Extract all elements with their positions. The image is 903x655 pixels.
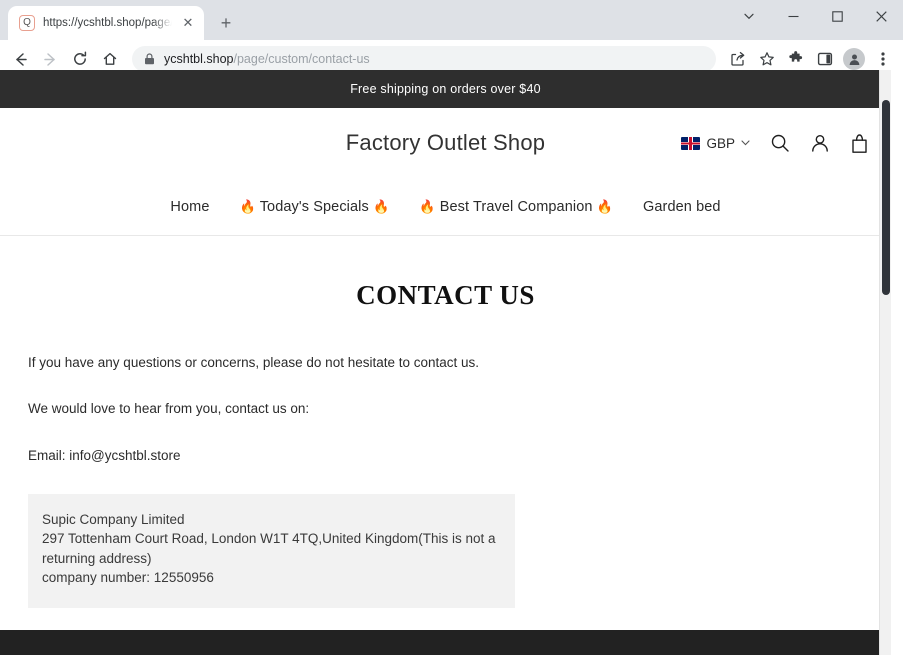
scrollbar-thumb[interactable] xyxy=(882,100,890,295)
browser-menu-icon[interactable] xyxy=(869,45,897,73)
uk-flag-icon xyxy=(681,136,701,150)
header-actions: GBP xyxy=(681,133,869,154)
nav-item-garden-bed[interactable]: Garden bed xyxy=(628,199,736,215)
reload-icon[interactable] xyxy=(66,45,94,73)
home-icon[interactable] xyxy=(96,45,124,73)
company-number: company number: 12550956 xyxy=(42,570,214,586)
forward-icon[interactable] xyxy=(36,45,64,73)
tab-strip: Q https://ycshtbl.shop/page/custom ✕ + xyxy=(0,0,903,40)
close-window-icon[interactable] xyxy=(859,0,903,32)
profile-avatar[interactable] xyxy=(840,45,868,73)
close-tab-icon[interactable]: ✕ xyxy=(180,15,196,31)
share-icon[interactable] xyxy=(724,45,752,73)
address-bar-url: ycshtbl.shop/page/custom/contact-us xyxy=(164,52,370,66)
nav-label: Today's Specials xyxy=(259,198,369,215)
nav-item-home[interactable]: Home xyxy=(155,199,224,215)
account-icon[interactable] xyxy=(810,133,830,153)
currency-label: GBP xyxy=(706,135,735,151)
tab-search-icon[interactable] xyxy=(727,0,771,32)
nav-label: Garden bed xyxy=(642,198,721,215)
email-line: Email: info@ycshtbl.store xyxy=(28,447,181,463)
web-page: Free shipping on orders over $40 Factory… xyxy=(0,70,891,655)
main-content: CONTACT US If you have any questions or … xyxy=(0,280,891,608)
browser-tab[interactable]: Q https://ycshtbl.shop/page/custom ✕ xyxy=(8,6,204,40)
company-name: Supic Company Limited xyxy=(42,511,185,527)
tab-title: https://ycshtbl.shop/page/custom xyxy=(43,17,172,29)
page-title: CONTACT US xyxy=(356,280,535,310)
company-address-line-2: returning address) xyxy=(42,550,152,566)
contact-invite-paragraph: We would love to hear from you, contact … xyxy=(28,401,310,417)
site-footer: ABOUT COMPANY ABOUT US Help Center PRIVA… xyxy=(0,630,891,655)
bookmark-star-icon[interactable] xyxy=(753,45,781,73)
address-bar-path: /page/custom/contact-us xyxy=(233,52,370,66)
nav-item-best-travel-companion[interactable]: 🔥 Best Travel Companion 🔥 xyxy=(404,199,628,215)
chevron-down-icon xyxy=(741,138,750,148)
flame-icon-left: 🔥 xyxy=(239,198,256,214)
nav-item-todays-specials[interactable]: 🔥 Today's Specials 🔥 xyxy=(225,199,405,215)
window-controls xyxy=(727,0,903,32)
flame-icon-left: 🔥 xyxy=(419,198,436,214)
search-icon[interactable] xyxy=(770,133,790,153)
address-bar[interactable]: ycshtbl.shop/page/custom/contact-us xyxy=(132,46,716,72)
flame-icon-right: 🔥 xyxy=(372,198,390,214)
back-icon[interactable] xyxy=(6,45,34,73)
toolbar-actions xyxy=(724,45,897,73)
company-address-box: Supic Company Limited 297 Tottenham Cour… xyxy=(28,493,515,608)
site-secure-lock-icon[interactable] xyxy=(144,53,156,65)
side-panel-icon[interactable] xyxy=(811,45,839,73)
maximize-icon[interactable] xyxy=(815,0,859,32)
nav-label: Home xyxy=(170,198,210,215)
announcement-bar: Free shipping on orders over $40 xyxy=(0,70,891,108)
currency-selector[interactable]: GBP xyxy=(681,136,750,151)
store-navigation: Home 🔥 Today's Specials 🔥 🔥 Best Travel … xyxy=(0,178,891,236)
browser-window: Q https://ycshtbl.shop/page/custom ✕ + xyxy=(0,0,903,655)
cart-bag-icon[interactable] xyxy=(850,133,869,154)
intro-paragraph: If you have any questions or concerns, p… xyxy=(28,355,480,370)
minimize-icon[interactable] xyxy=(771,0,815,32)
company-address-line-1: 297 Tottenham Court Road, London W1T 4TQ… xyxy=(42,531,496,547)
address-bar-domain: ycshtbl.shop xyxy=(164,52,234,66)
page-scrollbar[interactable] xyxy=(879,70,891,655)
store-header: Factory Outlet Shop GBP xyxy=(0,108,891,178)
page-viewport: Free shipping on orders over $40 Factory… xyxy=(0,70,903,655)
flame-icon-right: 🔥 xyxy=(596,198,613,214)
new-tab-button[interactable]: + xyxy=(212,9,240,37)
nav-label: Best Travel Companion xyxy=(439,198,593,215)
page-favicon: Q xyxy=(19,15,35,31)
extensions-puzzle-icon[interactable] xyxy=(782,45,810,73)
